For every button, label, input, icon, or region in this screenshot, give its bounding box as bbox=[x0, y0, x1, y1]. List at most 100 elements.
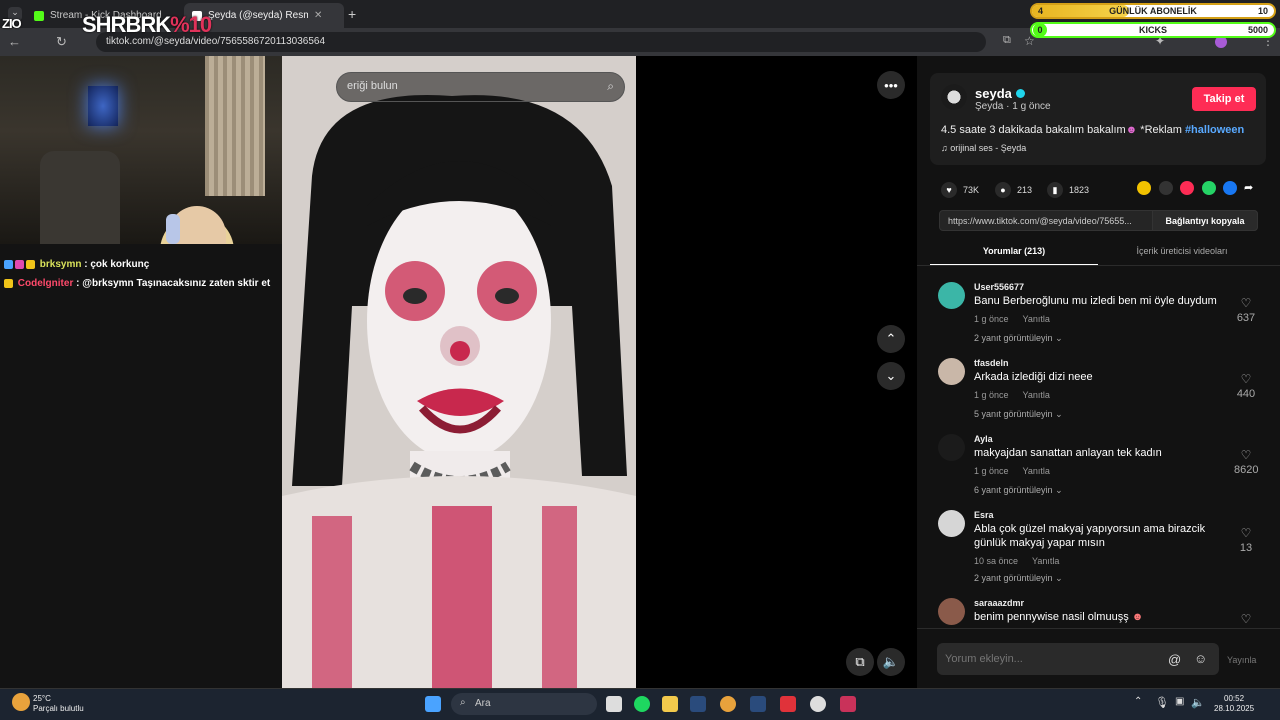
heart-outline-icon: ♡ bbox=[1240, 612, 1252, 626]
search-label: Ara bbox=[475, 698, 491, 709]
mention-icon[interactable]: @ bbox=[1168, 652, 1181, 667]
logo-text: SHRBRK bbox=[82, 12, 171, 37]
app-icon[interactable] bbox=[840, 696, 856, 712]
prev-video-icon[interactable]: ⌃ bbox=[877, 325, 905, 353]
weather-widget[interactable]: 25°C Parçalı bulutlu bbox=[33, 694, 84, 714]
volume-icon[interactable]: 🔈 bbox=[877, 648, 905, 676]
emoji-picker-icon[interactable]: ☺ bbox=[1194, 651, 1207, 666]
taskbar-search[interactable]: ⌕ Ara bbox=[451, 693, 597, 715]
commenter-avatar[interactable] bbox=[938, 282, 965, 309]
display-name: Şeyda bbox=[975, 101, 1004, 112]
reply-button[interactable]: Yanıtla bbox=[1023, 314, 1050, 324]
view-replies-button[interactable]: 2 yanıt görüntüleyin ⌄ bbox=[974, 573, 1063, 584]
tab-comments[interactable]: Yorumlar (213) bbox=[930, 246, 1098, 256]
start-icon[interactable] bbox=[425, 696, 441, 712]
more-options-icon[interactable]: ••• bbox=[877, 71, 905, 99]
view-replies-label: 2 yanıt görüntüleyin bbox=[974, 333, 1053, 343]
comment-like-count: 13 bbox=[1239, 542, 1253, 554]
new-tab-button[interactable]: + bbox=[348, 6, 356, 22]
commenter-name[interactable]: Ayla bbox=[974, 434, 993, 444]
creator-username[interactable]: seyda bbox=[975, 86, 1025, 101]
copy-link-button[interactable]: Bağlantıyı kopyala bbox=[1152, 210, 1258, 231]
sub-goal-label: GÜNLÜK ABONELİK bbox=[1109, 6, 1197, 16]
view-replies-button[interactable]: 5 yanıt görüntüleyin ⌄ bbox=[974, 409, 1063, 420]
post-comment-button[interactable]: Yayınla bbox=[1227, 655, 1256, 665]
comment-like-button[interactable]: ♡ 13 bbox=[1234, 526, 1258, 554]
task-view-icon[interactable] bbox=[606, 696, 622, 712]
spotify-icon[interactable] bbox=[634, 696, 650, 712]
comment-text: Arkada izlediği dizi neee bbox=[974, 371, 1093, 383]
save-stat[interactable]: ▮ 1823 bbox=[1047, 182, 1089, 198]
commenter-name[interactable]: Esra bbox=[974, 510, 994, 520]
hashtag-link[interactable]: #halloween bbox=[1185, 124, 1244, 136]
chat-text: @brksymn Taşınacaksınız zaten sktir et bbox=[82, 278, 271, 289]
view-replies-button[interactable]: 2 yanıt görüntüleyin ⌄ bbox=[974, 333, 1063, 344]
close-tab-icon[interactable]: ✕ bbox=[314, 10, 322, 21]
commenter-avatar[interactable] bbox=[938, 358, 965, 385]
chat-username[interactable]: Codelgniter bbox=[18, 278, 74, 289]
install-icon[interactable]: ⧉ bbox=[1003, 34, 1011, 47]
crown-icon bbox=[4, 278, 13, 288]
tray-overflow-icon[interactable]: ⌃ bbox=[1134, 696, 1142, 707]
whatsapp-icon[interactable] bbox=[1202, 181, 1216, 195]
username-text: seyda bbox=[975, 86, 1012, 101]
facebook-icon[interactable] bbox=[1223, 181, 1237, 195]
steam-icon[interactable] bbox=[690, 696, 706, 712]
reply-button[interactable]: Yanıtla bbox=[1032, 556, 1059, 566]
view-replies-button[interactable]: 6 yanıt görüntüleyin ⌄ bbox=[974, 485, 1063, 496]
file-explorer-icon[interactable] bbox=[662, 696, 678, 712]
reply-button[interactable]: Yanıtla bbox=[1023, 466, 1050, 476]
next-video-icon[interactable]: ⌄ bbox=[877, 362, 905, 390]
commenter-name[interactable]: saraaazdmr bbox=[974, 598, 1024, 608]
weather-icon[interactable] bbox=[12, 693, 30, 711]
stream-overlay-logo: ZIO SHRBRK%10 bbox=[2, 12, 212, 38]
address-bar[interactable]: tiktok.com/@seyda/video/7565586720113036… bbox=[96, 32, 986, 52]
heart-outline-icon: ♡ bbox=[1240, 448, 1252, 462]
comment-like-button[interactable]: ♡ 637 bbox=[1234, 296, 1258, 324]
comment-icon: ● bbox=[995, 182, 1011, 198]
comment-count: 213 bbox=[1017, 185, 1033, 195]
commenter-avatar[interactable] bbox=[938, 434, 965, 461]
share-story-icon[interactable] bbox=[1137, 181, 1151, 195]
microphone-icon[interactable]: 🎙 bbox=[1155, 696, 1169, 709]
pip-icon[interactable]: ⧉ bbox=[846, 648, 874, 676]
tab-creator-videos[interactable]: İçerik üreticisi videoları bbox=[1098, 246, 1266, 256]
send-icon[interactable] bbox=[1180, 181, 1194, 195]
comment-like-button[interactable]: ♡ bbox=[1234, 612, 1258, 628]
chrome-icon[interactable] bbox=[720, 696, 736, 712]
back-icon[interactable]: ← bbox=[8, 34, 21, 49]
comment-stat[interactable]: ● 213 bbox=[995, 182, 1032, 198]
comment-like-button[interactable]: ♡ 8620 bbox=[1234, 448, 1258, 476]
search-icon: ⌕ bbox=[460, 697, 466, 708]
commenter-name[interactable]: User556677 bbox=[974, 282, 1024, 292]
speaker-icon[interactable]: 🔈 bbox=[1191, 696, 1205, 709]
comment-like-button[interactable]: ♡ 440 bbox=[1234, 372, 1258, 400]
taskbar-clock[interactable]: 00:52 28.10.2025 bbox=[1214, 694, 1254, 714]
commenter-name[interactable]: tfasdeln bbox=[974, 358, 1009, 368]
video-search-input[interactable]: eriği bulun ⌕ bbox=[336, 72, 625, 102]
comment-text-body: benim pennywise nasil olmuuşş bbox=[974, 611, 1129, 623]
headphones bbox=[166, 214, 180, 244]
commenter-avatar[interactable] bbox=[938, 598, 965, 625]
app-icon[interactable] bbox=[780, 696, 796, 712]
steam-icon[interactable] bbox=[750, 696, 766, 712]
description-text: 4.5 saate 3 dakikada bakalım bakalım bbox=[941, 124, 1126, 136]
reply-button[interactable]: Yanıtla bbox=[1023, 390, 1050, 400]
music-info[interactable]: ♫ orijinal ses - Şeyda bbox=[941, 143, 1026, 153]
creator-avatar[interactable] bbox=[941, 84, 967, 110]
share-arrow-icon[interactable]: ➦ bbox=[1244, 181, 1258, 195]
music-text: orijinal ses - Şeyda bbox=[950, 143, 1027, 153]
app-icon[interactable] bbox=[810, 696, 826, 712]
search-icon[interactable]: ⌕ bbox=[607, 79, 614, 94]
weather-temp: 25°C bbox=[33, 694, 51, 703]
commenter-avatar[interactable] bbox=[938, 510, 965, 537]
like-stat[interactable]: ♥ 73K bbox=[941, 182, 979, 198]
embed-icon[interactable] bbox=[1159, 181, 1173, 195]
network-icon[interactable]: ▣ bbox=[1175, 696, 1184, 707]
video-player[interactable] bbox=[282, 56, 636, 688]
neon-poster bbox=[88, 86, 118, 126]
chat-username[interactable]: brksymn bbox=[40, 259, 82, 270]
follow-button[interactable]: Takip et bbox=[1192, 87, 1256, 111]
kicks-goal-label: KICKS bbox=[1138, 25, 1167, 35]
heart-outline-icon: ♡ bbox=[1240, 372, 1252, 386]
